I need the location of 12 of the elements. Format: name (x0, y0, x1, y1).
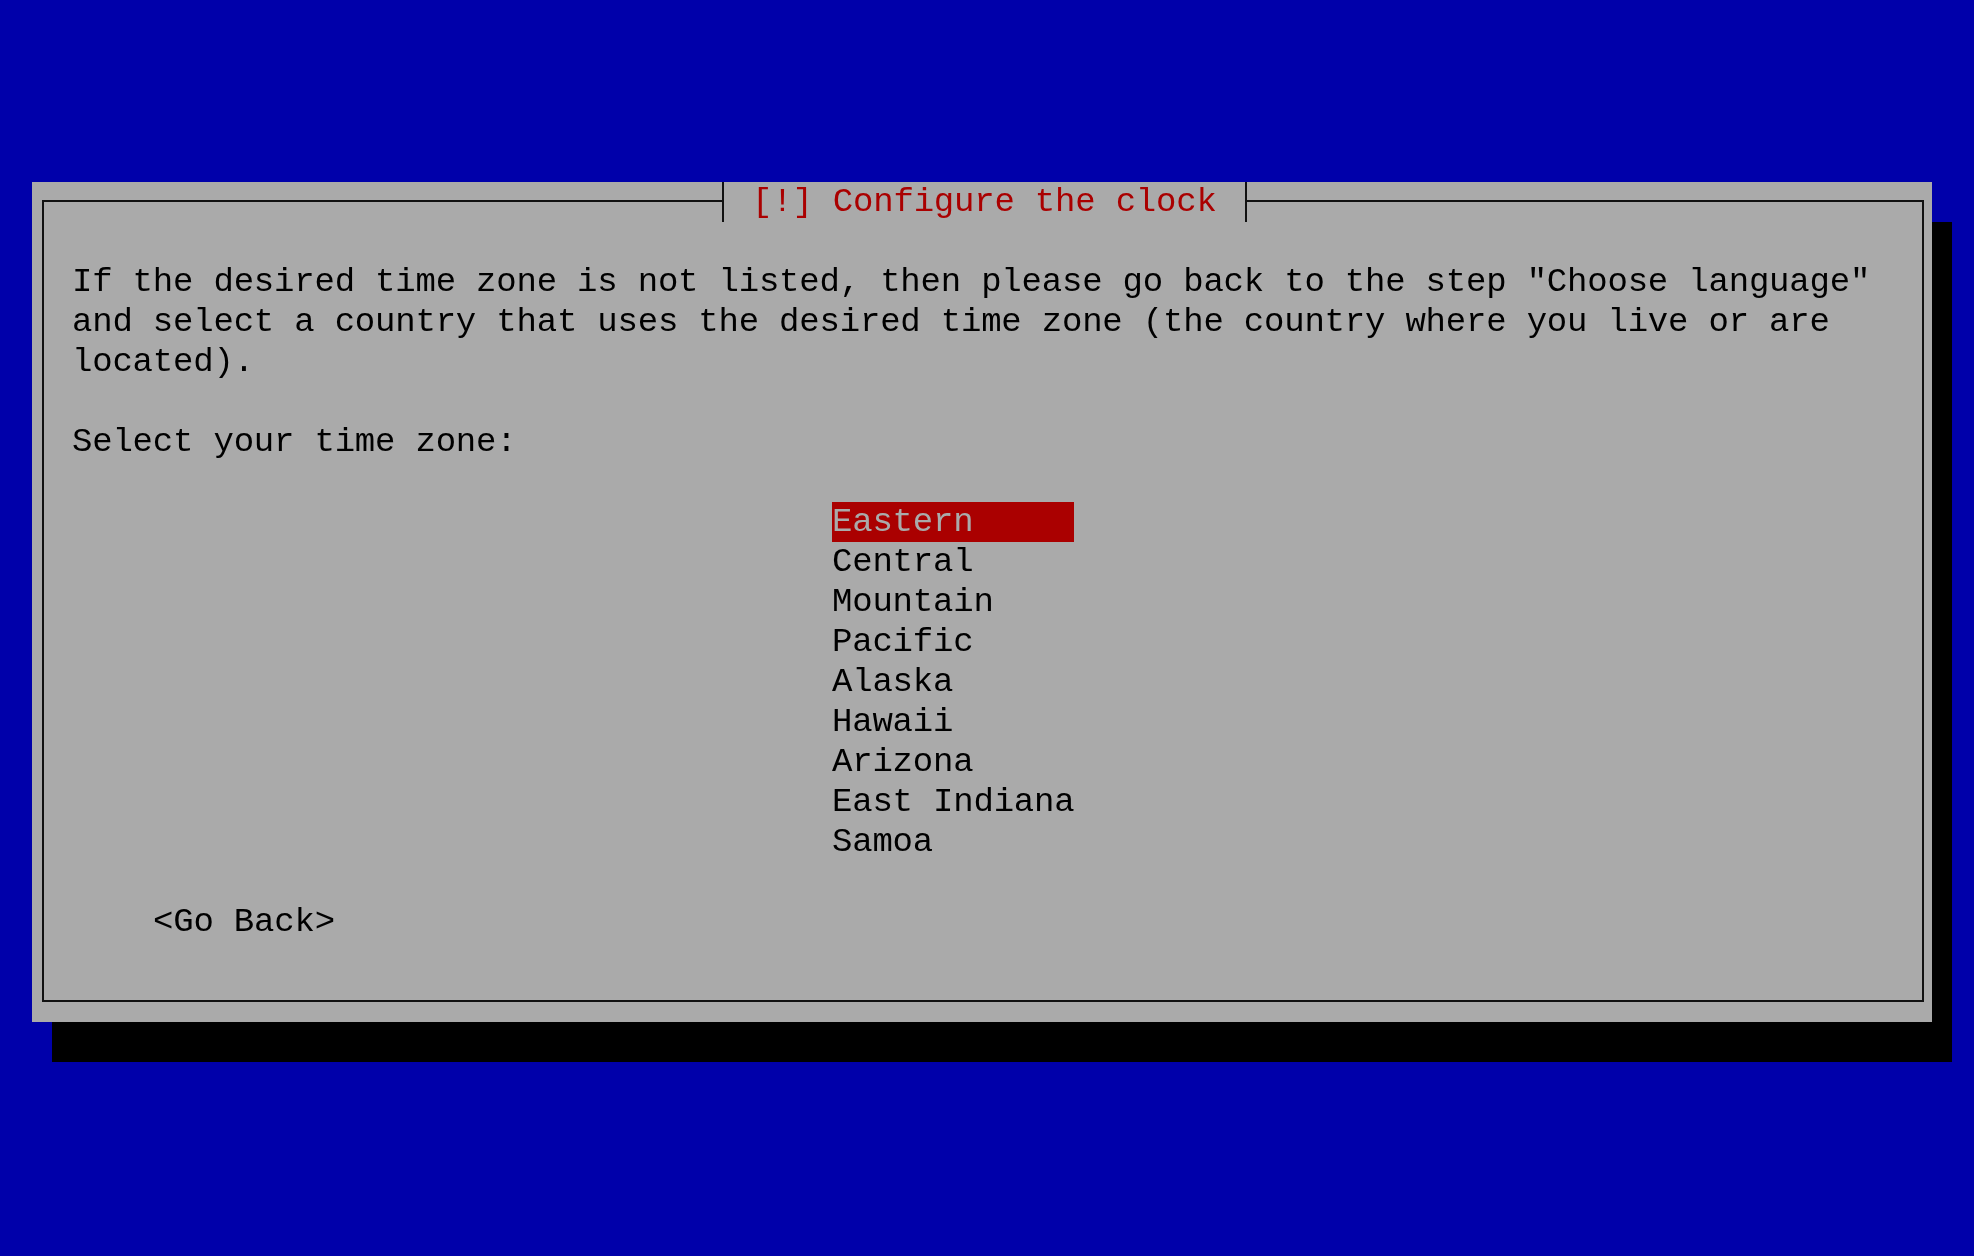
list-item[interactable]: Mountain (832, 582, 1074, 622)
list-item[interactable]: Hawaii (832, 702, 1074, 742)
message-text: If the desired time zone is not listed, then please go back to the step "Choose language" and select a country that uses the desired time zone (the country where you live or are located). (72, 262, 1872, 382)
list-item[interactable]: East Indiana (832, 782, 1074, 822)
back-button[interactable]: <Go Back> (153, 902, 335, 942)
dialog-title: [!] Configure the clock (722, 182, 1247, 222)
list-item[interactable]: Central (832, 542, 1074, 582)
list-item[interactable]: Pacific (832, 622, 1074, 662)
list-item[interactable]: Alaska (832, 662, 1074, 702)
list-item[interactable]: Arizona (832, 742, 1074, 782)
prompt-label: Select your time zone: (72, 422, 517, 462)
list-item[interactable]: Samoa (832, 822, 1074, 862)
